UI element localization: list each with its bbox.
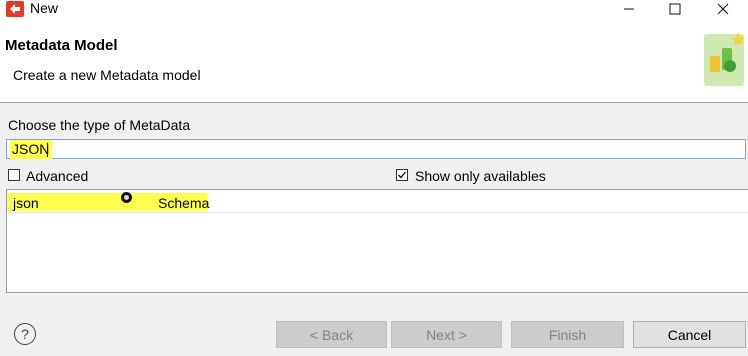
wizard-image-icon <box>700 26 748 90</box>
close-icon <box>717 3 729 15</box>
cancel-button[interactable]: Cancel <box>633 321 746 348</box>
page-description: Create a new Metadata model <box>13 67 201 83</box>
minimize-button[interactable] <box>606 0 652 18</box>
help-button[interactable]: ? <box>14 323 36 345</box>
checkmark-icon <box>398 171 407 179</box>
wizard-banner <box>0 18 748 102</box>
window-title: New <box>30 0 59 16</box>
list-item-description: Schema <box>158 195 210 211</box>
page-title: Metadata Model <box>5 37 118 54</box>
app-icon <box>6 1 24 17</box>
text-caret <box>47 143 48 157</box>
filter-input-value: JSON <box>10 140 53 159</box>
next-button[interactable]: Next > <box>391 321 502 348</box>
mouse-cursor-icon <box>121 192 132 203</box>
finish-button[interactable]: Finish <box>511 321 624 348</box>
filter-input[interactable]: JSON <box>6 139 746 159</box>
maximize-icon <box>669 3 681 15</box>
show-only-availables-checkbox[interactable] <box>396 169 408 181</box>
maximize-button[interactable] <box>652 0 698 18</box>
advanced-label: Advanced <box>26 168 89 184</box>
list-item-name: json <box>13 195 39 211</box>
close-button[interactable] <box>700 0 746 18</box>
list-row-divider <box>7 212 748 213</box>
back-button[interactable]: < Back <box>276 321 387 348</box>
type-label: Choose the type of MetaData <box>8 117 191 133</box>
advanced-checkbox[interactable] <box>8 169 20 181</box>
minimize-icon <box>624 8 634 10</box>
show-only-availables-label: Show only availables <box>415 168 546 184</box>
